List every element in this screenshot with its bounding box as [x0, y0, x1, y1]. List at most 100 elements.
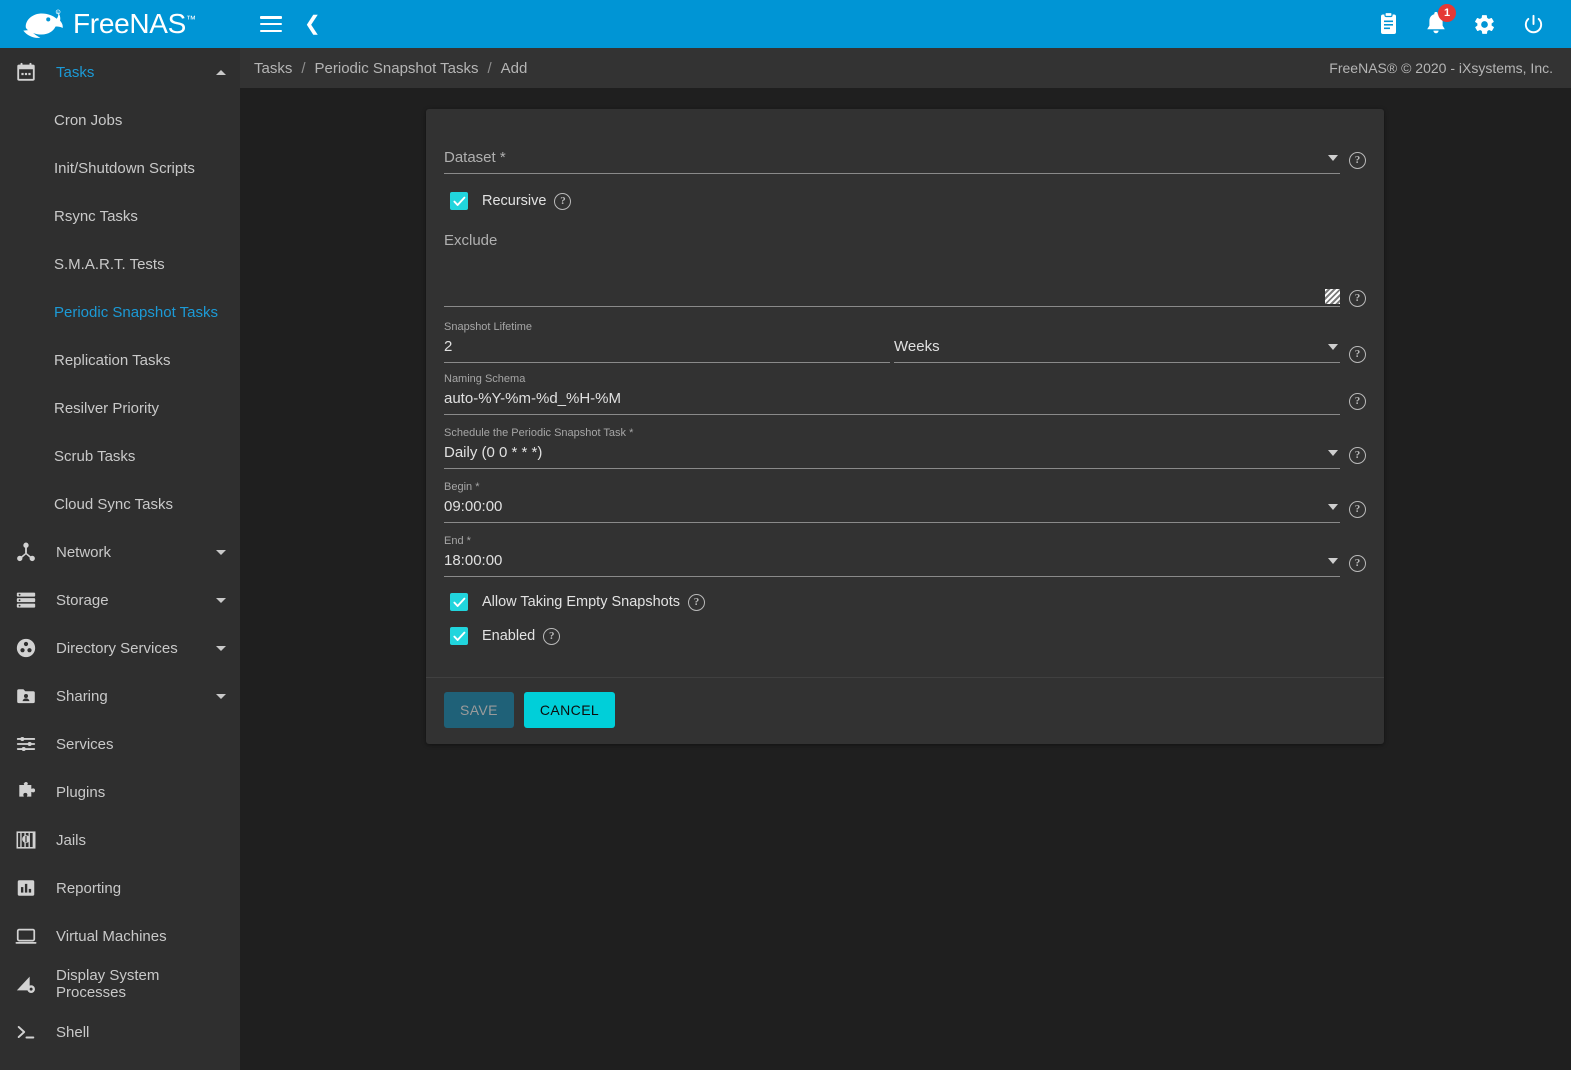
sidebar-item-sharing[interactable]: Sharing [0, 672, 240, 720]
sidebar-sub-label: Init/Shutdown Scripts [54, 160, 195, 177]
sidebar-sublist: Cron Jobs Init/Shutdown Scripts Rsync Ta… [0, 96, 240, 528]
enabled-label: Enabled [482, 628, 535, 644]
help-circle-icon[interactable]: ? [688, 594, 705, 611]
help-circle-icon[interactable]: ? [1349, 447, 1366, 464]
directory-services-icon [12, 634, 40, 662]
power-icon[interactable] [1522, 13, 1545, 36]
storage-disks-icon [12, 586, 40, 614]
cancel-button[interactable]: CANCEL [524, 692, 615, 728]
field-snapshot-lifetime: Snapshot Lifetime 2 Weeks ? [444, 321, 1366, 363]
sidebar-group-tasks[interactable]: Tasks [0, 48, 240, 96]
sidebar-item-cloud-sync-tasks[interactable]: Cloud Sync Tasks [0, 480, 240, 528]
chevron-down-icon[interactable] [1328, 155, 1338, 161]
sidebar-item-cron-jobs[interactable]: Cron Jobs [0, 96, 240, 144]
breadcrumb: Tasks / Periodic Snapshot Tasks / Add Fr… [240, 48, 1571, 88]
help-circle-icon[interactable]: ? [1349, 290, 1366, 307]
naming-schema-value: auto-%Y-%m-%d_%H-%M [444, 388, 1340, 410]
chevron-down-icon[interactable] [1328, 344, 1338, 350]
sidebar-sub-label: Cron Jobs [54, 112, 122, 129]
sidebar-item-directory-services[interactable]: Directory Services [0, 624, 240, 672]
save-button[interactable]: SAVE [444, 692, 514, 728]
field-dataset: Dataset * ? [444, 131, 1366, 174]
sidebar-item-display-system-processes[interactable]: Display System Processes [0, 960, 240, 1008]
allow-empty-snapshots-label: Allow Taking Empty Snapshots [482, 594, 680, 610]
snapshot-lifetime-input[interactable]: 2 [444, 336, 890, 363]
sidebar-item-smart-tests[interactable]: S.M.A.R.T. Tests [0, 240, 240, 288]
field-enabled: Enabled ? [450, 627, 1366, 645]
resize-grip-icon[interactable] [1325, 289, 1340, 304]
sidebar-item-guide-partial[interactable] [0, 1056, 240, 1070]
sidebar-item-services[interactable]: Services [0, 720, 240, 768]
dataset-select[interactable]: Dataset * [444, 147, 1340, 174]
sidebar-item-label: Jails [56, 832, 226, 849]
snapshot-lifetime-unit-select[interactable]: Weeks [894, 336, 1340, 363]
sidebar-item-label: Display System Processes [56, 967, 226, 1001]
bell-notifications-icon[interactable]: 1 [1425, 12, 1447, 36]
sidebar-item-reporting[interactable]: Reporting [0, 864, 240, 912]
allow-empty-snapshots-checkbox[interactable] [450, 593, 468, 611]
svg-text:R: R [57, 11, 59, 15]
help-circle-icon[interactable]: ? [543, 628, 560, 645]
help-circle-icon[interactable]: ? [1349, 393, 1366, 410]
sidebar-item-rsync-tasks[interactable]: Rsync Tasks [0, 192, 240, 240]
caret-down-icon[interactable] [216, 598, 226, 603]
help-circle-icon[interactable]: ? [1349, 346, 1366, 363]
help-circle-icon[interactable]: ? [1349, 501, 1366, 518]
chevron-down-icon[interactable] [1328, 450, 1338, 456]
sidebar-item-plugins[interactable]: Plugins [0, 768, 240, 816]
brand-name: FreeNAS™ [73, 10, 196, 38]
sidebar-item-label: Reporting [56, 880, 226, 897]
sidebar-sub-label: Cloud Sync Tasks [54, 496, 173, 513]
end-value: 18:00:00 [444, 550, 1320, 572]
caret-up-icon[interactable] [216, 70, 226, 75]
sidebar-item-network[interactable]: Network [0, 528, 240, 576]
end-select[interactable]: 18:00:00 [444, 550, 1340, 577]
sidebar-item-periodic-snapshot-tasks[interactable]: Periodic Snapshot Tasks [0, 288, 240, 336]
schedule-select[interactable]: Daily (0 0 * * *) [444, 442, 1340, 469]
top-app-bar: R FreeNAS™ ❮ 1 [0, 0, 1571, 48]
hamburger-menu-icon[interactable] [260, 16, 282, 32]
sidebar-item-scrub-tasks[interactable]: Scrub Tasks [0, 432, 240, 480]
gear-settings-icon[interactable] [1473, 13, 1496, 36]
help-circle-icon[interactable]: ? [554, 193, 571, 210]
sidebar-item-jails[interactable]: Jails [0, 816, 240, 864]
sidebar-sub-label: Rsync Tasks [54, 208, 138, 225]
field-recursive: Recursive ? [450, 192, 1366, 210]
chevron-down-icon[interactable] [1328, 504, 1338, 510]
help-circle-icon[interactable]: ? [1349, 555, 1366, 572]
sidebar-sub-label: S.M.A.R.T. Tests [54, 256, 165, 273]
caret-down-icon[interactable] [216, 646, 226, 651]
sidebar-item-label: Plugins [56, 784, 226, 801]
sidebar-item-resilver-priority[interactable]: Resilver Priority [0, 384, 240, 432]
enabled-checkbox[interactable] [450, 627, 468, 645]
breadcrumb-item-add: Add [501, 60, 528, 77]
caret-down-icon[interactable] [216, 550, 226, 555]
caret-down-icon[interactable] [216, 694, 226, 699]
sidebar-item-storage[interactable]: Storage [0, 576, 240, 624]
schedule-label: Schedule the Periodic Snapshot Task * [444, 427, 1366, 440]
chevron-down-icon[interactable] [1328, 558, 1338, 564]
clipboard-jobs-icon[interactable] [1378, 12, 1399, 36]
breadcrumb-item-tasks[interactable]: Tasks [254, 60, 292, 77]
sidebar-item-replication-tasks[interactable]: Replication Tasks [0, 336, 240, 384]
form-actions: SAVE CANCEL [426, 677, 1384, 744]
brand-logo[interactable]: R FreeNAS™ [0, 0, 240, 48]
sidebar-item-label: Shell [56, 1024, 226, 1041]
naming-schema-input[interactable]: auto-%Y-%m-%d_%H-%M [444, 388, 1340, 415]
sidebar-item-init-shutdown-scripts[interactable]: Init/Shutdown Scripts [0, 144, 240, 192]
recursive-checkbox[interactable] [450, 192, 468, 210]
sidebar-item-label: Services [56, 736, 226, 753]
sidebar-item-virtual-machines[interactable]: Virtual Machines [0, 912, 240, 960]
sidebar-item-shell[interactable]: Shell [0, 1008, 240, 1056]
guide-book-icon [12, 1066, 40, 1070]
periodic-snapshot-form-card: Dataset * ? Recursive ? Exclude [426, 109, 1384, 744]
begin-select[interactable]: 09:00:00 [444, 496, 1340, 523]
naming-schema-label: Naming Schema [444, 373, 1366, 386]
exclude-textarea[interactable] [444, 255, 1340, 307]
chevron-left-icon[interactable]: ❮ [304, 14, 321, 34]
snapshot-lifetime-label: Snapshot Lifetime [444, 321, 1366, 334]
breadcrumb-item-periodic-snapshot-tasks[interactable]: Periodic Snapshot Tasks [315, 60, 479, 77]
breadcrumb-separator: / [301, 60, 305, 77]
help-circle-icon[interactable]: ? [1349, 152, 1366, 169]
sidebar-item-label: Sharing [56, 688, 216, 705]
